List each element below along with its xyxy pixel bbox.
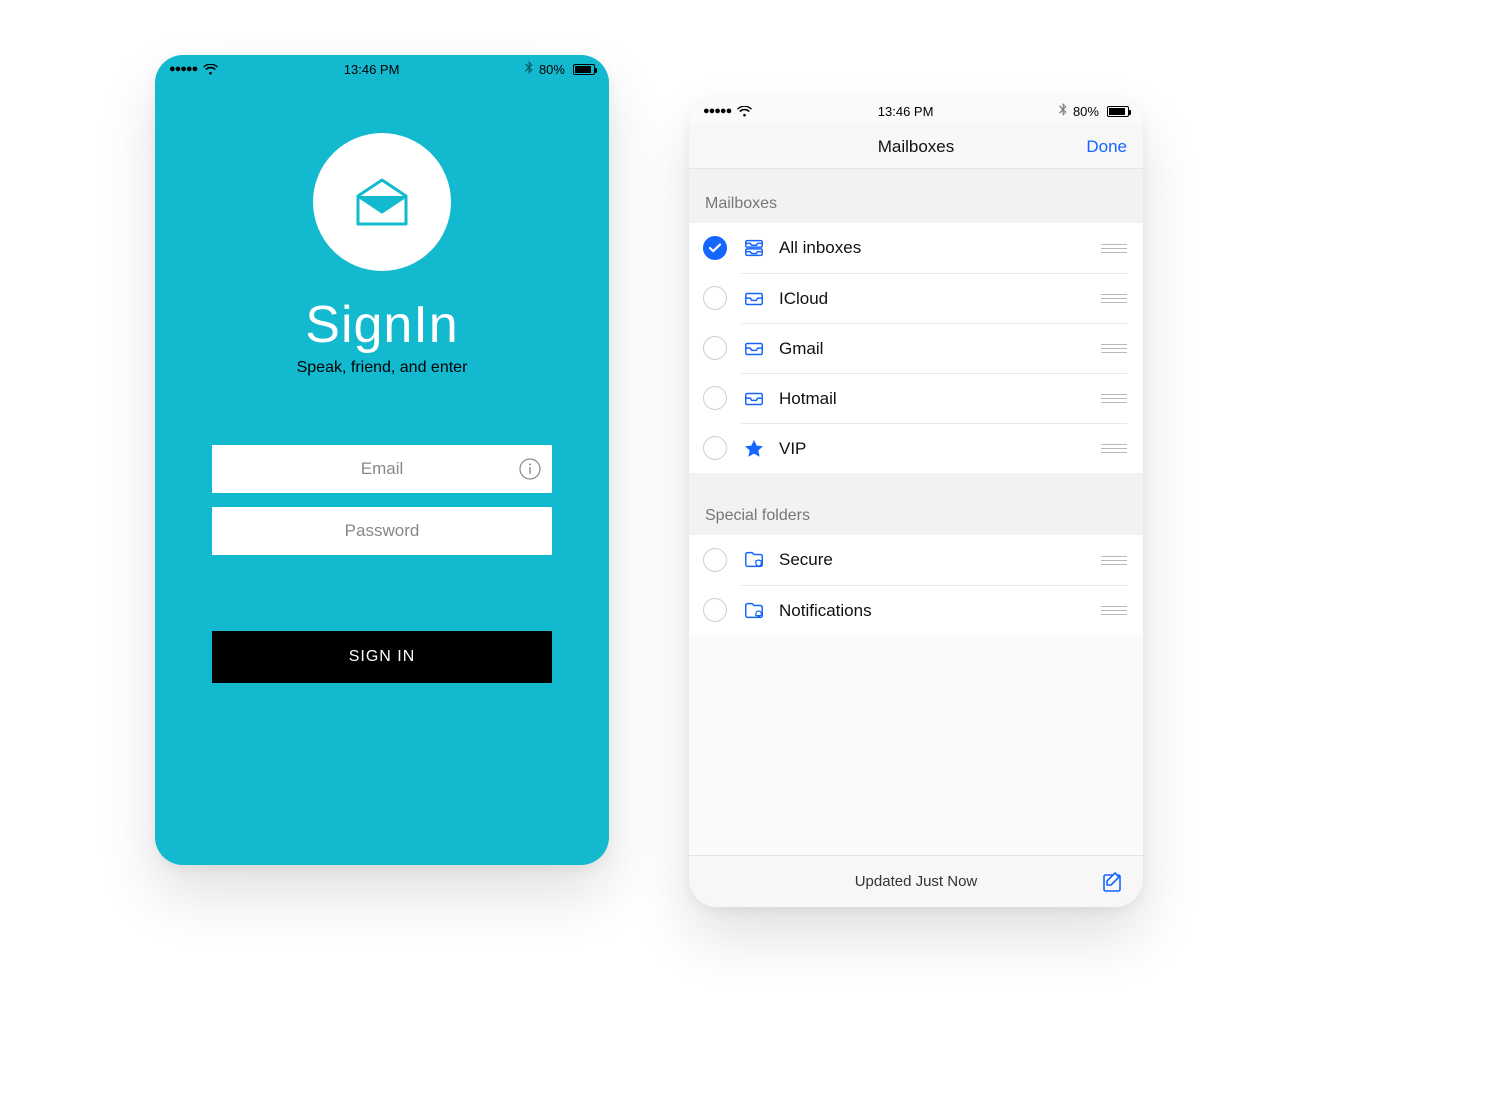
- mailbox-row[interactable]: All inboxes: [689, 223, 1143, 273]
- drag-handle-icon[interactable]: [1101, 606, 1127, 615]
- special-list: Secure Notifications: [689, 535, 1143, 635]
- signin-screen: ●●●●● 13:46 PM 80% SignIn Speak, friend,…: [155, 55, 609, 865]
- row-label: Notifications: [779, 601, 1101, 621]
- wifi-icon: [203, 64, 218, 75]
- mailbox-row[interactable]: Secure: [689, 535, 1143, 585]
- row-radio[interactable]: [703, 286, 727, 310]
- toolbar: Updated Just Now: [689, 855, 1143, 907]
- row-radio[interactable]: [703, 336, 727, 360]
- row-radio[interactable]: [703, 436, 727, 460]
- mailbox-row[interactable]: Notifications: [689, 585, 1143, 635]
- row-radio[interactable]: [703, 236, 727, 260]
- envelope-open-icon: [348, 168, 416, 236]
- row-label: ICloud: [779, 289, 1101, 309]
- status-time: 13:46 PM: [878, 104, 934, 119]
- drag-handle-icon[interactable]: [1101, 294, 1127, 303]
- done-button[interactable]: Done: [1086, 137, 1127, 157]
- drag-handle-icon[interactable]: [1101, 444, 1127, 453]
- nav-title: Mailboxes: [878, 137, 955, 157]
- folder-shield-icon: [741, 549, 767, 571]
- mailbox-row[interactable]: Gmail: [689, 323, 1143, 373]
- special-header: Special folders: [689, 481, 1143, 535]
- password-field-wrap: [212, 507, 552, 555]
- signin-subtitle: Speak, friend, and enter: [297, 359, 468, 377]
- row-label: All inboxes: [779, 238, 1101, 258]
- signal-dots-icon: ●●●●●: [169, 63, 197, 75]
- star-icon: [741, 438, 767, 460]
- compose-button[interactable]: [1101, 870, 1125, 894]
- email-field-wrap: [212, 445, 552, 493]
- toolbar-status: Updated Just Now: [855, 873, 978, 890]
- password-field[interactable]: [212, 507, 552, 555]
- row-label: VIP: [779, 439, 1101, 459]
- mailbox-row[interactable]: ICloud: [689, 273, 1143, 323]
- mailboxes-screen: ●●●●● 13:46 PM 80% Mailboxes Done Mailbo…: [689, 97, 1143, 907]
- status-battery-pct: 80%: [1073, 104, 1099, 119]
- email-field[interactable]: [212, 445, 552, 493]
- battery-icon: [573, 64, 595, 75]
- signal-dots-icon: ●●●●●: [703, 105, 731, 117]
- mailbox-row[interactable]: VIP: [689, 423, 1143, 473]
- row-radio[interactable]: [703, 548, 727, 572]
- inbox-stack-icon: [741, 237, 767, 259]
- info-icon[interactable]: [518, 457, 542, 481]
- mailbox-row[interactable]: Hotmail: [689, 373, 1143, 423]
- nav-bar: Mailboxes Done: [689, 125, 1143, 169]
- inbox-icon: [741, 288, 767, 310]
- status-time: 13:46 PM: [344, 62, 400, 77]
- row-radio[interactable]: [703, 598, 727, 622]
- row-radio[interactable]: [703, 386, 727, 410]
- status-bar: ●●●●● 13:46 PM 80%: [689, 97, 1143, 125]
- inbox-icon: [741, 338, 767, 360]
- mailboxes-header: Mailboxes: [689, 169, 1143, 223]
- bluetooth-icon: [525, 61, 533, 77]
- drag-handle-icon[interactable]: [1101, 394, 1127, 403]
- bluetooth-icon: [1059, 103, 1067, 119]
- inbox-icon: [741, 388, 767, 410]
- compose-icon: [1101, 870, 1125, 894]
- folder-bell-icon: [741, 600, 767, 622]
- status-bar: ●●●●● 13:46 PM 80%: [155, 55, 609, 83]
- drag-handle-icon[interactable]: [1101, 344, 1127, 353]
- app-logo: [313, 133, 451, 271]
- status-battery-pct: 80%: [539, 62, 565, 77]
- wifi-icon: [737, 106, 752, 117]
- signin-title: SignIn: [305, 295, 458, 355]
- row-label: Secure: [779, 550, 1101, 570]
- drag-handle-icon[interactable]: [1101, 556, 1127, 565]
- signin-button[interactable]: SIGN IN: [212, 631, 552, 683]
- row-label: Hotmail: [779, 389, 1101, 409]
- row-label: Gmail: [779, 339, 1101, 359]
- drag-handle-icon[interactable]: [1101, 244, 1127, 253]
- mailboxes-list: All inboxes ICloud Gmail Hotmail VIP: [689, 223, 1143, 473]
- battery-icon: [1107, 106, 1129, 117]
